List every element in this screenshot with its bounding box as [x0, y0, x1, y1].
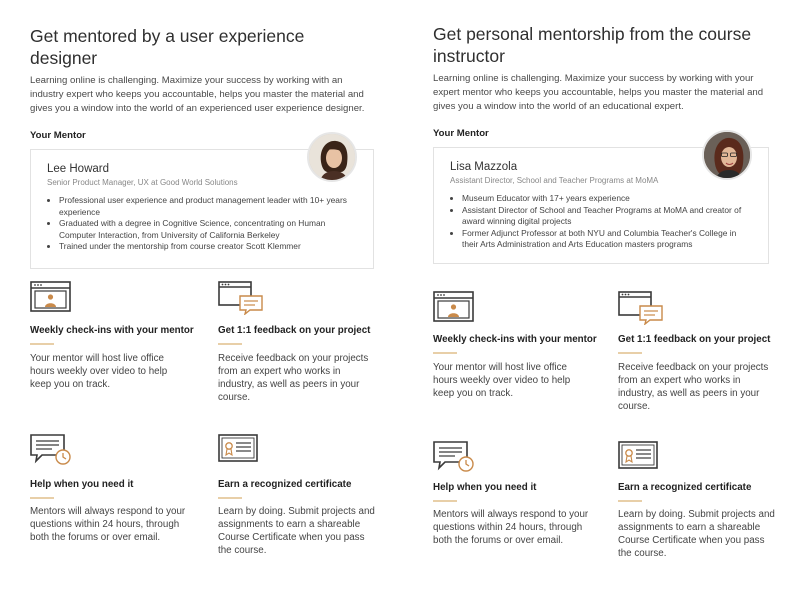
- feature-title: Earn a recognized certificate: [618, 482, 752, 493]
- feature-title: Weekly check-ins with your mentor: [433, 334, 597, 345]
- mentor-bullets: Museum Educator with 17+ years experienc…: [450, 193, 754, 251]
- mentor-card: Lisa Mazzola Assistant Director, School …: [433, 130, 769, 264]
- accent-divider: [218, 343, 242, 345]
- accent-divider: [218, 497, 242, 499]
- feature-title: Get 1:1 feedback on your project: [218, 325, 371, 336]
- accent-divider: [433, 500, 457, 502]
- feedback-window-icon: [218, 281, 263, 315]
- video-window-icon: [30, 281, 71, 312]
- section-intro: Learning online is challenging. Maximize…: [30, 75, 365, 114]
- accent-divider: [30, 497, 54, 499]
- video-window-icon: [433, 291, 474, 322]
- mentor-bullet: Graduated with a degree in Cognitive Sci…: [59, 218, 359, 241]
- feature-description: Your mentor will host live office hours …: [30, 353, 168, 390]
- mentor-bullets: Professional user experience and product…: [47, 195, 359, 253]
- feedback-window-icon: [618, 291, 663, 325]
- feature-description: Learn by doing. Submit projects and assi…: [618, 509, 775, 559]
- right-mentorship-panel: Get personal mentorship from the course …: [433, 0, 778, 264]
- accent-divider: [30, 343, 54, 345]
- mentor-bullet: Former Adjunct Professor at both NYU and…: [462, 228, 754, 251]
- mentor-card: Lee Howard Senior Product Manager, UX at…: [30, 132, 374, 269]
- left-mentorship-panel: Get mentored by a user experience design…: [30, 0, 375, 269]
- feature-description: Mentors will always respond to your ques…: [30, 506, 186, 543]
- feature-description: Mentors will always respond to your ques…: [433, 509, 589, 546]
- chat-clock-icon: [433, 441, 474, 472]
- certificate-icon: [618, 441, 658, 469]
- accent-divider: [618, 352, 642, 354]
- certificate-icon: [218, 434, 258, 462]
- mentor-avatar: [307, 132, 357, 182]
- feature-description: Receive feedback on your projects from a…: [618, 362, 769, 412]
- section-title: Get personal mentorship from the course …: [433, 24, 752, 66]
- accent-divider: [433, 352, 457, 354]
- feature-title: Help when you need it: [30, 479, 134, 490]
- feature-description: Learn by doing. Submit projects and assi…: [218, 506, 375, 556]
- feature-title: Weekly check-ins with your mentor: [30, 325, 194, 336]
- feature-title: Earn a recognized certificate: [218, 479, 352, 490]
- mentor-role: Senior Product Manager, UX at Good World…: [47, 178, 238, 187]
- mentor-avatar: [702, 130, 752, 180]
- mentor-role: Assistant Director, School and Teacher P…: [450, 176, 659, 185]
- chat-clock-icon: [30, 434, 71, 465]
- mentor-bullet: Professional user experience and product…: [59, 195, 359, 218]
- feature-title: Help when you need it: [433, 482, 537, 493]
- mentor-bullet: Assistant Director of School and Teacher…: [462, 205, 754, 228]
- feature-description: Your mentor will host live office hours …: [433, 362, 571, 399]
- feature-description: Receive feedback on your projects from a…: [218, 353, 369, 403]
- section-title: Get mentored by a user experience design…: [30, 26, 305, 68]
- mentor-bullet: Museum Educator with 17+ years experienc…: [462, 193, 754, 205]
- section-intro: Learning online is challenging. Maximize…: [433, 73, 764, 112]
- mentor-bullet: Trained under the mentorship from course…: [59, 241, 359, 253]
- feature-title: Get 1:1 feedback on your project: [618, 334, 771, 345]
- accent-divider: [618, 500, 642, 502]
